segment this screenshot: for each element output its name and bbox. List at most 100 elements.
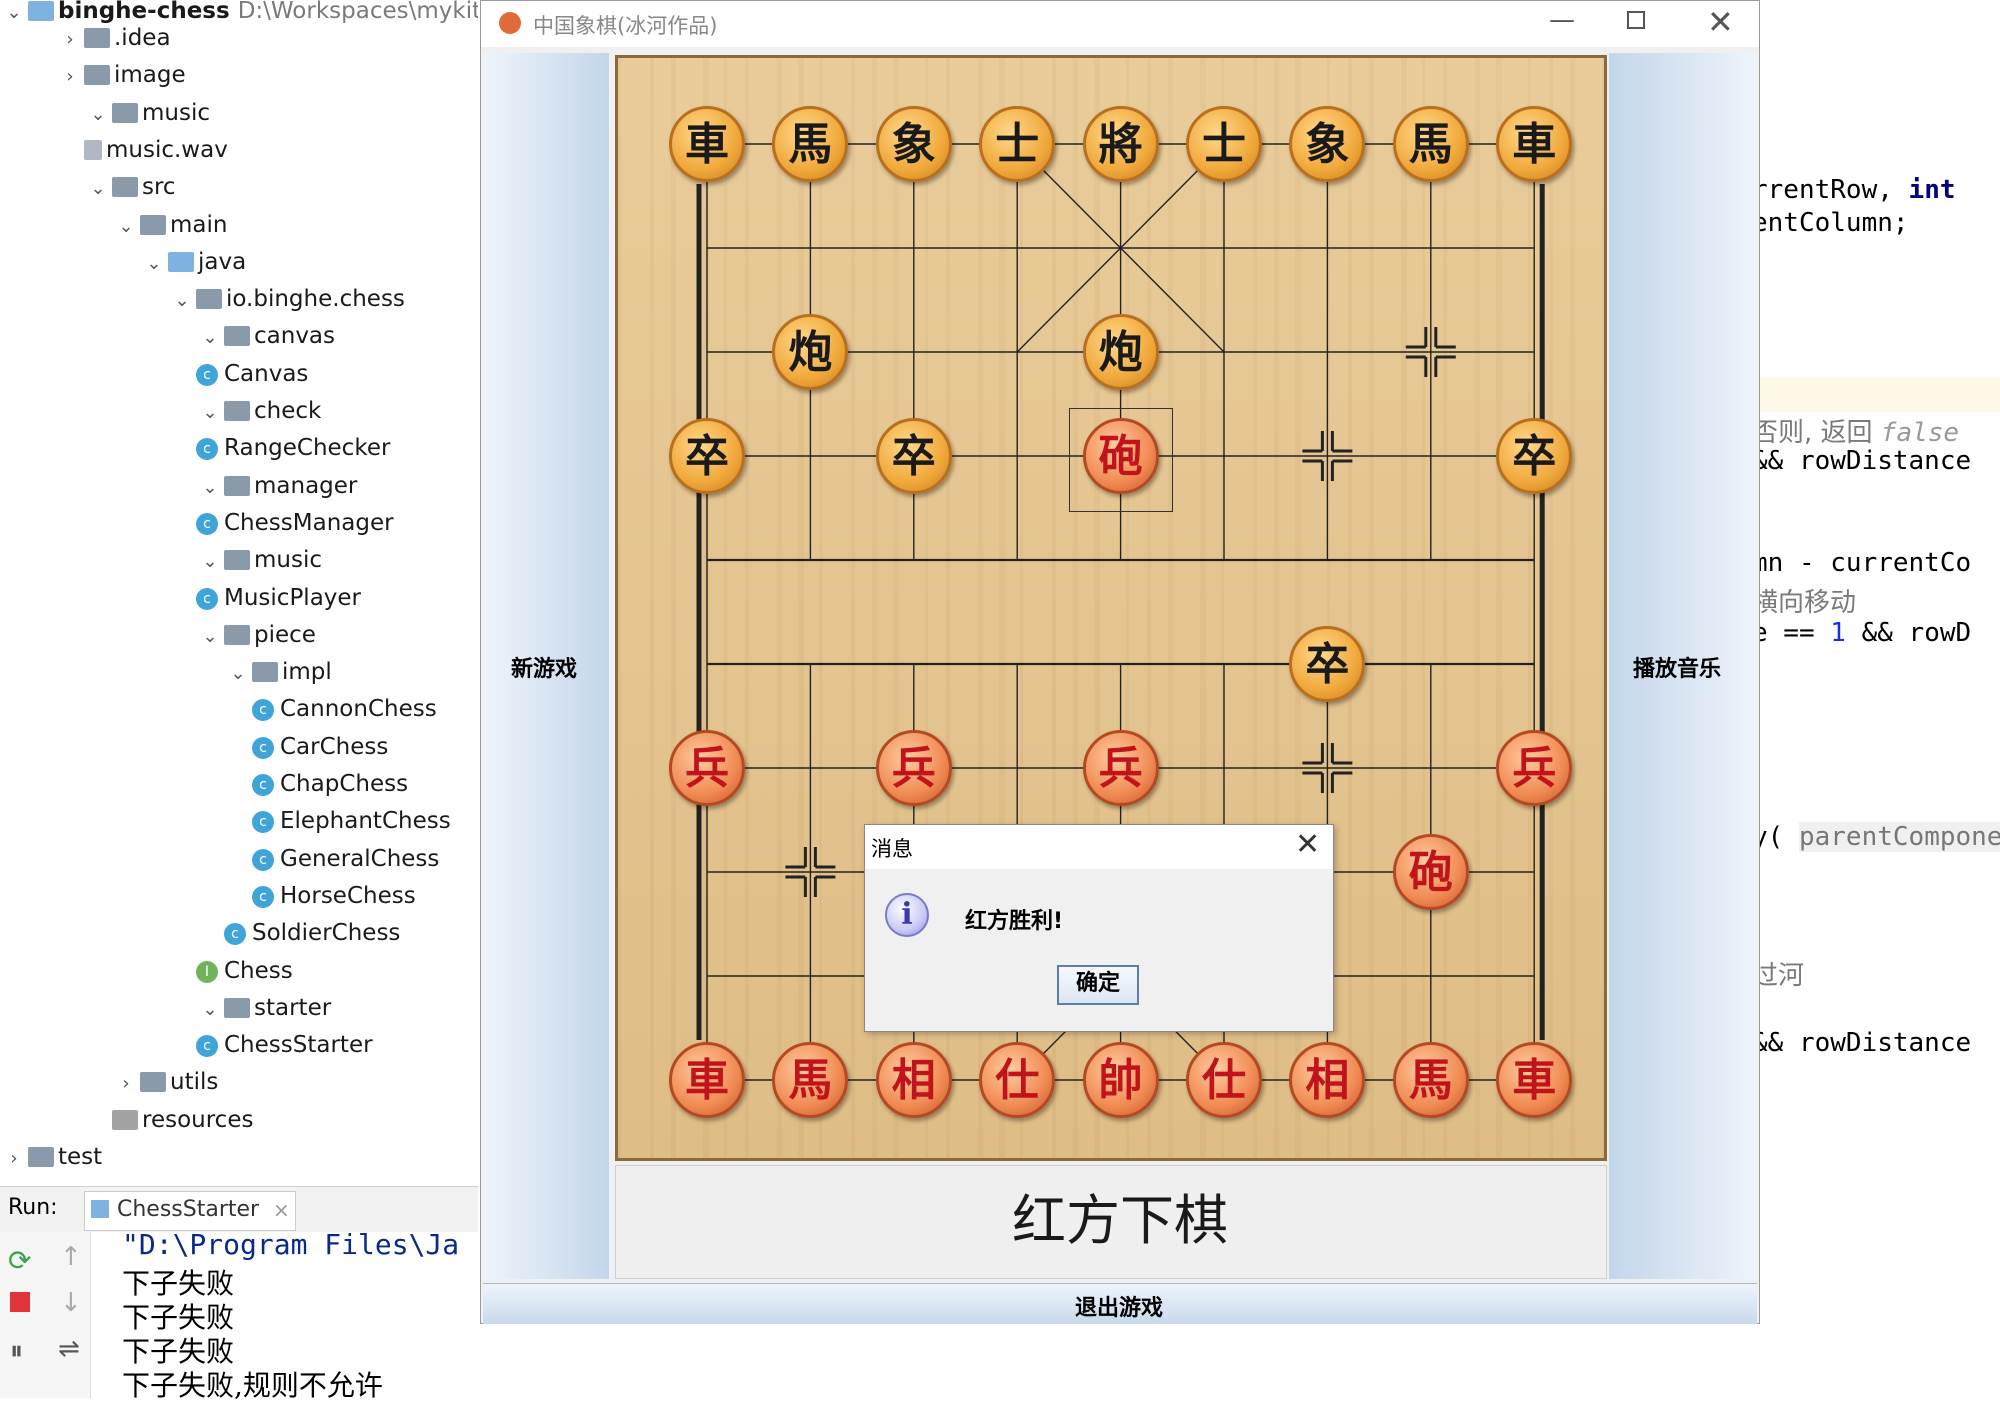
tree-item-starter[interactable]: ⌄ starter (196, 990, 331, 1026)
black-piece[interactable]: 卒 (1496, 418, 1573, 494)
tree-item-resources[interactable]: resources (84, 1102, 253, 1138)
black-piece[interactable]: 卒 (669, 418, 745, 494)
expand-arrow-icon[interactable]: ⌄ (112, 209, 140, 245)
black-piece[interactable]: 士 (1186, 106, 1262, 182)
expand-arrow-icon[interactable]: ⌄ (196, 320, 224, 356)
tree-item-chessmanager[interactable]: c ChessManager (168, 505, 394, 541)
tree-item-chapchess[interactable]: c ChapChess (224, 766, 408, 802)
code-line: mn - currentCo (1760, 548, 1971, 578)
expand-arrow-icon[interactable]: › (56, 22, 84, 58)
red-piece[interactable]: 兵 (669, 730, 745, 806)
close-icon[interactable]: ✕ (1707, 3, 1734, 41)
rerun-icon[interactable]: ⟳ (8, 1244, 31, 1277)
tree-item-music-wav[interactable]: music.wav (56, 132, 228, 168)
tree-item-elephantchess[interactable]: c ElephantChess (224, 803, 451, 839)
expand-arrow-icon[interactable]: ⌄ (84, 97, 112, 133)
red-piece[interactable]: 仕 (1186, 1042, 1262, 1118)
red-piece[interactable]: 相 (875, 1042, 952, 1118)
tree-item-piece[interactable]: ⌄ piece (196, 617, 315, 655)
tree-item-java[interactable]: ⌄ java (140, 244, 246, 280)
tree-item-canvas[interactable]: ⌄ canvas (196, 318, 335, 354)
package-icon (224, 326, 250, 347)
maximize-icon[interactable] (1627, 11, 1645, 29)
tree-item-utils[interactable]: › utils (112, 1064, 218, 1100)
black-piece[interactable]: 將 (1082, 106, 1159, 182)
tree-item-src[interactable]: ⌄ src (84, 169, 175, 207)
expand-arrow-icon[interactable]: ⌄ (196, 992, 224, 1028)
tree-item-chessstarter[interactable]: c ChessStarter (168, 1027, 373, 1063)
tree-item-manager[interactable]: ⌄ manager (196, 468, 357, 504)
tree-item-generalchess[interactable]: c GeneralChess (224, 841, 439, 877)
tree-item-music[interactable]: ⌄ music (84, 95, 210, 131)
run-toolbar: ⟳ ↑ ↓ ⏸ ⇌ (0, 1232, 91, 1398)
expand-arrow-icon[interactable]: ⌄ (84, 171, 112, 207)
arrow-up-icon[interactable]: ↑ (60, 1242, 82, 1272)
exit-game-button[interactable]: 退出游戏 (483, 1283, 1757, 1324)
tree-item-soldierchess[interactable]: c SoldierChess (196, 915, 400, 951)
red-piece[interactable]: 馬 (772, 1042, 849, 1118)
code-line: entColumn; (1760, 208, 1909, 238)
red-piece[interactable]: 砲 (1392, 834, 1469, 910)
info-icon: i (885, 893, 929, 937)
ok-button[interactable]: 确定 (1057, 965, 1139, 1005)
red-piece[interactable]: 兵 (1496, 730, 1573, 806)
tree-item-rangechecker[interactable]: c RangeChecker (168, 430, 390, 466)
chess-window: 中国象棋(冰河作品) — ✕ 新游戏 播放音乐 車馬象士將士象馬車炮炮卒卒卒砲卒… (480, 0, 1760, 1324)
black-piece[interactable]: 象 (875, 106, 952, 182)
red-piece[interactable]: 仕 (979, 1042, 1056, 1118)
expand-arrow-icon[interactable]: ⌄ (140, 246, 168, 282)
expand-arrow-icon[interactable]: › (112, 1066, 140, 1102)
black-piece[interactable]: 馬 (772, 106, 849, 182)
tree-item-check[interactable]: ⌄ check (196, 393, 321, 429)
tree-item--idea[interactable]: › .idea (56, 20, 170, 58)
stop-icon[interactable] (10, 1292, 30, 1312)
tree-item-impl[interactable]: ⌄ impl (224, 654, 331, 692)
tree-item-cannonchess[interactable]: c CannonChess (224, 691, 437, 727)
red-piece[interactable]: 砲 (1082, 418, 1159, 494)
expand-arrow-icon[interactable]: ⌄ (224, 656, 252, 692)
tree-item-main[interactable]: ⌄ main (112, 207, 227, 243)
expand-arrow-icon[interactable]: ⌄ (196, 544, 224, 580)
expand-arrow-icon[interactable]: ⌄ (196, 470, 224, 506)
red-piece[interactable]: 馬 (1392, 1042, 1469, 1118)
black-piece[interactable]: 馬 (1392, 106, 1469, 182)
code-line: e == 1 && rowD (1760, 618, 1971, 648)
red-piece[interactable]: 兵 (875, 730, 952, 806)
black-piece[interactable]: 炮 (772, 314, 849, 390)
red-piece[interactable]: 車 (1496, 1042, 1573, 1118)
expand-arrow-icon[interactable]: ⌄ (196, 395, 224, 431)
black-piece[interactable]: 車 (1496, 106, 1573, 182)
tree-item-horsechess[interactable]: c HorseChess (224, 878, 416, 914)
red-piece[interactable]: 帥 (1082, 1042, 1159, 1118)
tree-item-image[interactable]: › image (56, 57, 185, 95)
black-piece[interactable]: 炮 (1082, 314, 1159, 390)
new-game-button[interactable]: 新游戏 (483, 53, 609, 1279)
close-tab-icon[interactable]: × (273, 1198, 290, 1222)
expand-arrow-icon[interactable]: ⌄ (168, 283, 196, 319)
black-piece[interactable]: 車 (669, 106, 745, 182)
tree-item-music[interactable]: ⌄ music (196, 542, 322, 578)
black-piece[interactable]: 象 (1289, 106, 1366, 182)
red-piece[interactable]: 相 (1289, 1042, 1366, 1118)
expand-arrow-icon[interactable]: ⌄ (196, 619, 224, 655)
red-piece[interactable]: 兵 (1082, 730, 1159, 806)
play-music-button[interactable]: 播放音乐 (1609, 53, 1757, 1279)
tree-item-canvas[interactable]: c Canvas (168, 356, 308, 392)
red-piece[interactable]: 車 (669, 1042, 745, 1118)
pause-icon[interactable]: ⏸ (10, 1336, 23, 1367)
expand-arrow-icon[interactable]: › (56, 59, 84, 95)
tree-item-musicplayer[interactable]: c MusicPlayer (168, 580, 361, 616)
tree-item-io-binghe-chess[interactable]: ⌄ io.binghe.chess (168, 281, 404, 319)
run-tab[interactable]: ChessStarter × (84, 1191, 296, 1231)
black-piece[interactable]: 士 (979, 106, 1056, 182)
dialog-close-icon[interactable]: ✕ (1295, 827, 1320, 862)
tree-item-carchess[interactable]: c CarChess (224, 729, 388, 765)
wrap-icon[interactable]: ⇌ (58, 1334, 80, 1364)
black-piece[interactable]: 卒 (1289, 626, 1366, 702)
tree-item-chess[interactable]: I Chess (168, 953, 293, 989)
black-piece[interactable]: 卒 (875, 418, 952, 494)
minimize-icon[interactable]: — (1549, 5, 1575, 35)
tree-item-test[interactable]: › test (0, 1139, 102, 1175)
arrow-down-icon[interactable]: ↓ (60, 1288, 82, 1318)
expand-arrow-icon[interactable]: › (0, 1141, 28, 1177)
